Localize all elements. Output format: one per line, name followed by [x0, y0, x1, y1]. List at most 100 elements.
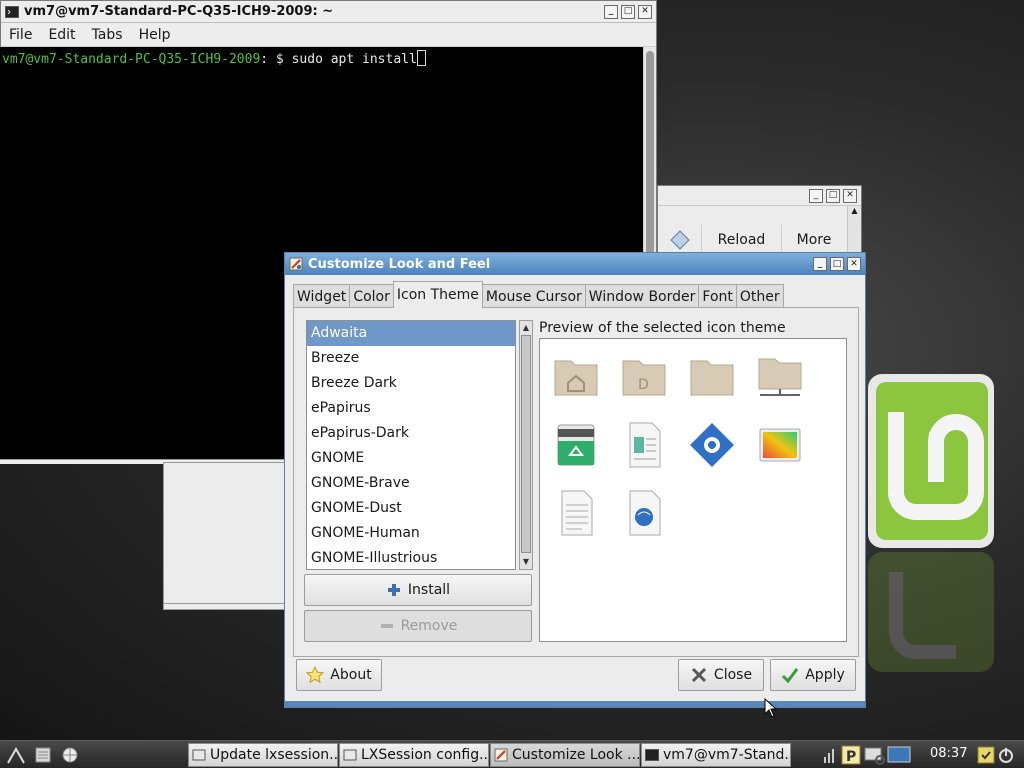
display-icon[interactable]	[886, 744, 912, 766]
task-label: vm7@vm7-Stand...	[663, 747, 791, 763]
power-icon[interactable]	[996, 744, 1016, 766]
documents-folder-icon: D	[622, 360, 666, 396]
lxsession-window-edge	[164, 603, 286, 609]
list-item[interactable]: ePapirus-Dark	[307, 421, 515, 446]
terminal-icon	[5, 5, 19, 18]
close-button[interactable]: ✕	[843, 188, 857, 203]
terminal-menubar: File Edit Tabs Help	[1, 23, 656, 47]
diamond-icon[interactable]	[658, 225, 702, 255]
minimize-button[interactable]: _	[604, 4, 618, 19]
scroll-down-icon[interactable]: ▼	[520, 555, 532, 569]
tab-other[interactable]: Other	[735, 284, 784, 308]
list-item[interactable]: GNOME-Human	[307, 521, 515, 546]
screenshot-icon[interactable]	[862, 744, 886, 766]
minus-icon	[380, 624, 393, 628]
html-file-icon	[629, 490, 661, 536]
close-button[interactable]: ✕	[847, 257, 861, 271]
more-button[interactable]: More	[782, 225, 846, 255]
tab-mouse-cursor[interactable]: Mouse Cursor	[481, 284, 586, 308]
image-icon	[759, 428, 801, 462]
dialog-tabs: Widget Color Icon Theme Mouse Cursor Win…	[293, 281, 784, 308]
system-tray: P	[822, 744, 912, 766]
preview-label: Preview of the selected icon theme	[539, 320, 786, 336]
scroll-up-icon[interactable]: ▲	[520, 321, 532, 335]
about-button[interactable]: About	[296, 659, 382, 691]
mouse-pointer-icon	[764, 698, 778, 718]
dialog-titlebar[interactable]: Customize Look and Feel _ □ ✕	[285, 253, 865, 275]
appearance-icon	[289, 257, 303, 271]
appearance-icon	[494, 748, 508, 762]
theme-list-scrollbar[interactable]: ▲ ▼	[519, 320, 533, 570]
star-icon	[306, 666, 325, 684]
list-item[interactable]: ePapirus	[307, 396, 515, 421]
tab-widget[interactable]: Widget	[293, 284, 351, 308]
close-dialog-button[interactable]: Close	[678, 659, 764, 691]
remove-button[interactable]: Remove	[304, 610, 532, 642]
background-window-titlebar: _ □ ✕	[658, 186, 861, 206]
task-customize-look[interactable]: Customize Look ...	[490, 743, 640, 767]
menu-edit[interactable]: Edit	[40, 27, 83, 43]
close-icon	[691, 667, 706, 683]
remove-label: Remove	[400, 618, 458, 634]
reload-button[interactable]: Reload	[702, 225, 782, 255]
minimize-button[interactable]: _	[809, 188, 823, 203]
close-label: Close	[713, 667, 753, 683]
svg-text:P: P	[846, 749, 856, 765]
task-label: Update lxsession...	[210, 747, 338, 763]
volume-icon[interactable]	[822, 745, 840, 765]
text-cursor	[416, 50, 426, 66]
background-window: _ □ ✕ Reload More ▲	[657, 185, 862, 256]
maximize-button[interactable]: □	[830, 257, 844, 271]
theme-list-scrollbar-thumb[interactable]	[521, 335, 531, 553]
dialog-title: Customize Look and Feel	[308, 256, 491, 272]
text-file-icon	[561, 490, 593, 536]
tab-window-border[interactable]: Window Border	[584, 284, 700, 308]
list-item[interactable]: GNOME	[307, 446, 515, 471]
maximize-button[interactable]: □	[621, 4, 635, 19]
menu-file[interactable]: File	[1, 27, 40, 43]
menu-tabs[interactable]: Tabs	[84, 27, 131, 43]
task-update-lxsession[interactable]: Update lxsession...	[188, 743, 338, 767]
apply-button[interactable]: Apply	[770, 659, 856, 691]
list-item[interactable]: GNOME-Dust	[307, 496, 515, 521]
lxsession-window-remnant	[163, 462, 287, 610]
task-label: LXSession config...	[361, 747, 489, 763]
background-window-scrollbar[interactable]: ▲	[847, 206, 861, 256]
list-item[interactable]: Breeze	[307, 346, 515, 371]
notification-icon[interactable]	[976, 744, 996, 766]
window-icon	[192, 749, 206, 761]
list-item[interactable]: GNOME-Brave	[307, 471, 515, 496]
linux-mint-logo-reflection	[868, 552, 994, 672]
linux-mint-logo	[868, 374, 994, 548]
prompt-user: vm7@vm7-Standard-PC-Q35-ICH9-2009	[2, 52, 261, 67]
list-item[interactable]: Breeze Dark	[307, 371, 515, 396]
close-button[interactable]: ✕	[638, 4, 652, 19]
list-item[interactable]: Adwaita	[307, 321, 515, 346]
minimize-button[interactable]: _	[813, 257, 827, 271]
about-label: About	[330, 667, 372, 683]
clock: 08:37	[930, 746, 968, 761]
icon-theme-list[interactable]: Adwaita Breeze Breeze Dark ePapirus ePap…	[306, 320, 516, 570]
list-item[interactable]: GNOME-Illustrious	[307, 546, 515, 569]
package-updater-icon[interactable]: P	[840, 744, 862, 766]
menu-help[interactable]: Help	[131, 27, 179, 43]
browser-icon[interactable]	[59, 744, 81, 766]
install-label: Install	[407, 582, 451, 598]
install-button[interactable]: Install	[304, 574, 532, 606]
icon-preview-box: D	[539, 338, 847, 642]
tab-color[interactable]: Color	[349, 284, 394, 308]
task-lxsession-config[interactable]: LXSession config...	[339, 743, 489, 767]
home-folder-icon	[554, 360, 598, 396]
system-tray-right	[976, 744, 1016, 766]
file-manager-icon[interactable]	[32, 744, 54, 766]
network-folder-icon	[758, 358, 802, 396]
maximize-button[interactable]: □	[826, 188, 840, 203]
prompt-command: : $ sudo apt install	[260, 52, 417, 67]
task-terminal[interactable]: vm7@vm7-Stand...	[641, 743, 791, 767]
terminal-titlebar[interactable]: vm7@vm7-Standard-PC-Q35-ICH9-2009: ~ _ □…	[1, 1, 656, 23]
tab-icon-theme[interactable]: Icon Theme	[392, 281, 483, 308]
menu-launcher-icon[interactable]	[5, 744, 27, 766]
icon-theme-pane: Adwaita Breeze Breeze Dark ePapirus ePap…	[293, 307, 859, 657]
tab-font[interactable]: Font	[698, 284, 737, 308]
customize-look-and-feel-dialog: Customize Look and Feel _ □ ✕ Widget Col…	[284, 252, 866, 708]
